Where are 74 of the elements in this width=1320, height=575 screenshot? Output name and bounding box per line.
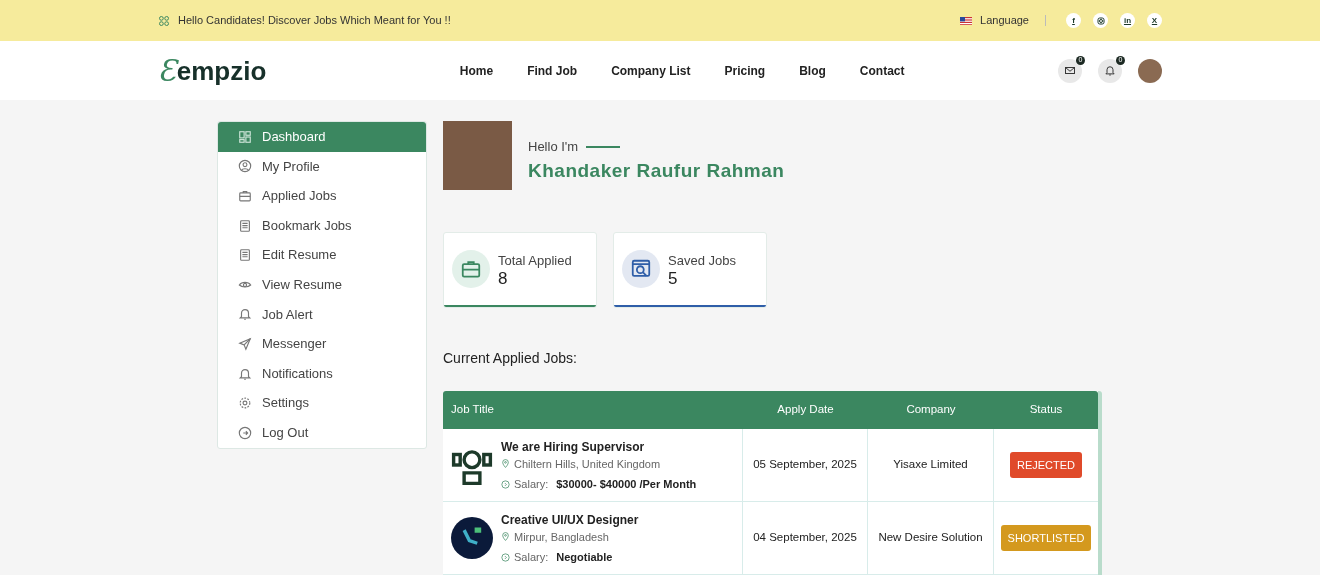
circle-arrow-icon xyxy=(501,479,510,489)
paper-plane-icon xyxy=(238,336,252,351)
salary-label: Salary: xyxy=(514,550,549,565)
mail-icon xyxy=(1064,64,1076,77)
user-icon xyxy=(238,159,252,174)
nav-link[interactable]: Blog xyxy=(799,61,826,80)
bell-icon xyxy=(238,366,252,381)
sidebar-item[interactable]: Applied Jobs xyxy=(218,181,426,211)
column-header: Apply Date xyxy=(776,402,835,418)
stat-value: 5 xyxy=(668,270,679,288)
sidebar-item[interactable]: Log Out xyxy=(218,417,426,448)
clover-icon xyxy=(158,14,170,27)
sidebar-item[interactable]: Messenger xyxy=(218,329,426,359)
us-flag-icon xyxy=(960,16,973,25)
status-badge: SHORTLISTED xyxy=(1000,524,1092,552)
sidebar-item[interactable]: My Profile xyxy=(218,151,426,182)
nav-link[interactable]: Pricing xyxy=(724,61,766,80)
sidebar-item[interactable]: Settings xyxy=(218,388,426,418)
instagram-icon xyxy=(1096,16,1105,25)
document-icon xyxy=(238,218,252,233)
profile-name: Khandaker Raufur Rahman xyxy=(528,158,785,183)
stat-value: 8 xyxy=(498,270,509,288)
company-logo-icon xyxy=(451,517,493,559)
apply-date: 04 September, 2025 xyxy=(753,530,857,546)
column-header: Job Title xyxy=(450,402,495,418)
grid-icon xyxy=(238,129,252,144)
user-avatar[interactable] xyxy=(1138,58,1162,83)
salary-value: $30000- $40000 /Per Month xyxy=(556,477,697,492)
apply-date: 05 September, 2025 xyxy=(753,457,857,473)
bell-icon xyxy=(238,307,252,322)
circle-arrow-icon xyxy=(501,552,510,562)
briefcase-icon xyxy=(460,258,482,280)
document-icon xyxy=(238,248,252,263)
column-header: Company xyxy=(905,402,957,418)
sidebar-item[interactable]: View Resume xyxy=(218,269,426,300)
nav-link[interactable]: Company List xyxy=(611,61,691,80)
sidebar-item[interactable]: Edit Resume xyxy=(218,240,426,270)
nav-link[interactable]: Contact xyxy=(859,61,905,80)
company-name: New Desire Solution xyxy=(878,530,983,546)
location-pin-icon xyxy=(501,459,510,469)
nav-link[interactable]: Home xyxy=(459,61,494,80)
bell-icon xyxy=(1104,64,1116,77)
job-title: Creative UI/UX Designer xyxy=(501,511,639,529)
column-header: Status xyxy=(1028,402,1064,418)
gear-icon xyxy=(238,396,252,411)
location-pin-icon xyxy=(501,532,510,542)
topbar-message: Hello Candidates! Discover Jobs Which Meant for You !! xyxy=(178,13,451,29)
job-location: Mirpur, Bangladesh xyxy=(514,529,609,545)
language-selector[interactable]: Language xyxy=(980,12,1029,29)
x-link[interactable]: X xyxy=(1147,13,1162,28)
sidebar-item[interactable]: Bookmark Jobs xyxy=(218,210,426,241)
accent-line xyxy=(586,146,621,148)
job-title: We are Hiring Supervisor xyxy=(501,438,646,456)
status-badge: REJECTED xyxy=(1009,451,1083,479)
sidebar-item[interactable]: Job Alert xyxy=(218,299,426,330)
linkedin-link[interactable]: in xyxy=(1120,13,1135,28)
profile-photo-placeholder xyxy=(443,121,512,190)
stat-label: Saved Jobs xyxy=(668,251,736,270)
company-name: Yisaxe Limited xyxy=(893,457,968,473)
facebook-link[interactable]: f xyxy=(1066,13,1081,28)
job-location: Chiltern Hills, United Kingdom xyxy=(514,456,661,472)
job-search-icon xyxy=(630,258,652,280)
sidebar-item[interactable]: Dashboard xyxy=(218,122,426,152)
site-logo[interactable]: Ɛempzio xyxy=(158,55,267,86)
salary-value: Negotiable xyxy=(556,550,613,565)
section-title: Current Applied Jobs: xyxy=(443,349,578,368)
logout-icon xyxy=(238,425,252,440)
greeting-text: Hello I'm xyxy=(528,138,579,156)
instagram-link[interactable] xyxy=(1093,13,1108,28)
sidebar-item[interactable]: Notifications xyxy=(218,358,426,389)
salary-label: Salary: xyxy=(514,477,549,492)
briefcase-icon xyxy=(238,189,252,203)
nav-link[interactable]: Find Job xyxy=(527,61,578,80)
stat-label: Total Applied xyxy=(498,251,572,270)
